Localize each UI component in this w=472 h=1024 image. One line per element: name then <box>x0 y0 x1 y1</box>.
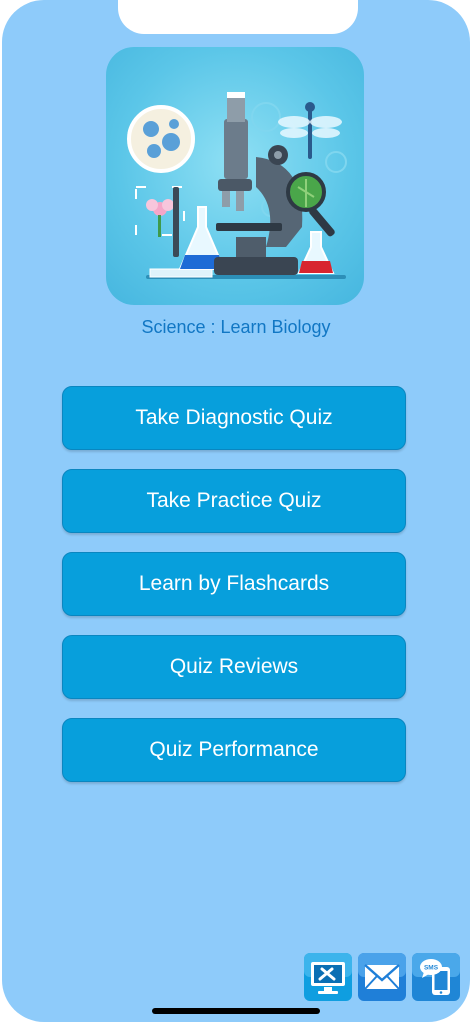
learn-by-flashcards-button[interactable]: Learn by Flashcards <box>62 552 406 616</box>
microscope-app-icon <box>106 47 364 305</box>
device-notch <box>118 0 358 34</box>
sms-phone-icon[interactable]: SMS <box>412 953 460 1001</box>
quiz-performance-button[interactable]: Quiz Performance <box>62 718 406 782</box>
sms-label: SMS <box>424 965 439 972</box>
take-diagnostic-quiz-button[interactable]: Take Diagnostic Quiz <box>62 386 406 450</box>
phone-frame: Science : Learn Biology Take Diagnostic … <box>0 0 472 1024</box>
mail-icon[interactable] <box>358 953 406 1001</box>
take-practice-quiz-button[interactable]: Take Practice Quiz <box>62 469 406 533</box>
app-title: Science : Learn Biology <box>141 317 331 337</box>
home-indicator <box>152 1008 320 1014</box>
quiz-reviews-button[interactable]: Quiz Reviews <box>62 635 406 699</box>
tools-monitor-icon[interactable] <box>304 953 352 1001</box>
